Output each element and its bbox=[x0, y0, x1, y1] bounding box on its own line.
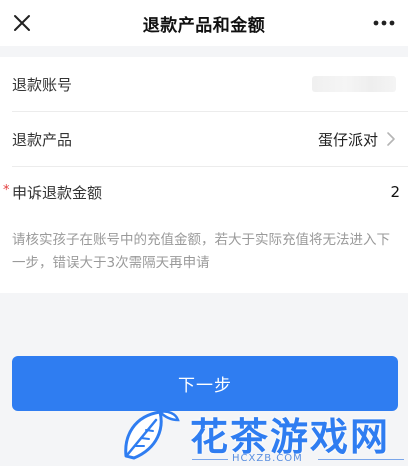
leaf-logo-icon bbox=[124, 410, 180, 460]
account-label: 退款账号 bbox=[12, 75, 73, 94]
amount-input[interactable]: 2 bbox=[390, 183, 400, 201]
watermark-rule bbox=[318, 459, 404, 460]
more-button[interactable] bbox=[368, 7, 400, 39]
product-value: 蛋仔派对 bbox=[317, 130, 378, 149]
watermark-url: HCXZB.COM bbox=[232, 453, 303, 464]
required-mark: * bbox=[3, 183, 10, 198]
product-label: 退款产品 bbox=[12, 130, 73, 149]
chevron-right-icon bbox=[387, 132, 395, 146]
more-icon bbox=[373, 20, 395, 26]
amount-label: 申诉退款金额 bbox=[12, 183, 103, 202]
page-title: 退款产品和金额 bbox=[142, 15, 266, 36]
amount-row[interactable]: * 申诉退款金额 2 bbox=[0, 165, 408, 219]
watermark: 花茶游戏网 HCXZB.COM bbox=[120, 404, 408, 466]
close-button[interactable] bbox=[6, 7, 38, 39]
account-row: 退款账号 bbox=[0, 57, 408, 111]
hint-text: 请核实孩子在账号中的充值金额，若大于实际充值将无法进入下一步，错误大于3次需隔天… bbox=[12, 232, 390, 271]
next-step-button[interactable]: 下一步 bbox=[12, 356, 398, 411]
product-row[interactable]: 退款产品 蛋仔派对 bbox=[0, 112, 408, 166]
account-value-masked bbox=[312, 76, 396, 92]
refund-form: 退款账号 退款产品 蛋仔派对 * 申诉退款金额 2 请核实孩子在账号中的充值金额… bbox=[0, 57, 408, 293]
close-icon bbox=[14, 15, 30, 31]
watermark-rule bbox=[192, 459, 228, 460]
top-bar: 退款产品和金额 bbox=[0, 0, 408, 46]
